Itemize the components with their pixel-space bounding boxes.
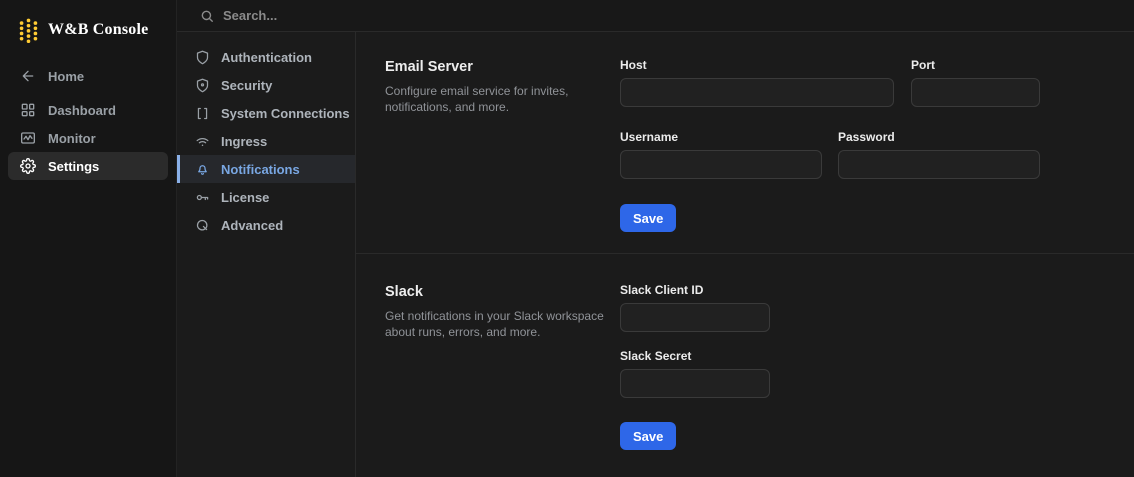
settings-nav: Authentication Security System Connectio…	[177, 32, 356, 477]
main-content: Email Server Configure email service for…	[356, 32, 1134, 477]
port-label: Port	[911, 58, 935, 72]
sidebar-item-label: Monitor	[48, 130, 96, 146]
grid-icon	[20, 102, 36, 118]
shield-check-icon	[195, 78, 210, 93]
slack-client-id-input[interactable]	[620, 303, 770, 332]
slack-secret-input[interactable]	[620, 369, 770, 398]
settings-nav-item-authentication[interactable]: Authentication	[177, 43, 355, 71]
settings-nav-label: Ingress	[221, 133, 268, 149]
sidebar-item-monitor[interactable]: Monitor	[8, 124, 168, 152]
section-title: Email Server	[385, 59, 473, 75]
arrow-left-icon	[20, 68, 36, 84]
username-input[interactable]	[620, 150, 822, 179]
key-icon	[195, 190, 210, 205]
app-window: W&B Console Home Dashboard Monitor Setti…	[0, 0, 1134, 477]
sidebar-nav: Home Dashboard Monitor Settings	[0, 56, 176, 180]
sidebar: W&B Console Home Dashboard Monitor Setti…	[0, 0, 177, 477]
wandb-logo-icon	[19, 18, 38, 43]
slack-secret-label: Slack Secret	[620, 349, 692, 363]
password-label: Password	[838, 130, 895, 144]
email-server-section: Email Server Configure email service for…	[356, 32, 1134, 254]
settings-nav-label: Security	[221, 77, 273, 93]
settings-nav-label: Authentication	[221, 49, 312, 65]
slack-section: Slack Get notifications in your Slack wo…	[356, 254, 1134, 450]
gear-icon	[20, 158, 36, 174]
settings-nav-label: Notifications	[221, 161, 300, 177]
settings-nav-item-security[interactable]: Security	[177, 71, 355, 99]
monitor-chart-icon	[20, 130, 36, 146]
settings-nav-label: System Connections	[221, 105, 350, 121]
sidebar-item-label: Dashboard	[48, 102, 116, 118]
slack-save-button[interactable]: Save	[620, 422, 677, 450]
password-input[interactable]	[838, 150, 1040, 179]
settings-nav-item-advanced[interactable]: Advanced	[177, 211, 355, 239]
sidebar-item-label: Home	[48, 68, 85, 84]
username-label: Username	[620, 130, 679, 144]
shield-icon	[195, 50, 210, 65]
app-title: W&B Console	[48, 20, 149, 38]
section-title: Slack	[385, 284, 423, 300]
sidebar-item-home[interactable]: Home	[8, 62, 168, 90]
host-input[interactable]	[620, 78, 894, 107]
brackets-icon	[195, 106, 210, 121]
app-logo: W&B Console	[0, 0, 176, 56]
host-label: Host	[620, 58, 647, 72]
email-save-button[interactable]: Save	[620, 204, 677, 232]
settings-nav-label: Advanced	[221, 217, 284, 233]
settings-nav-label: License	[221, 189, 270, 205]
sidebar-item-settings[interactable]: Settings	[8, 152, 168, 180]
topbar	[177, 0, 1134, 32]
settings-nav-item-system-connections[interactable]: System Connections	[177, 99, 355, 127]
advanced-icon	[195, 218, 210, 233]
bell-icon	[195, 162, 210, 177]
section-description: Get notifications in your Slack workspac…	[385, 309, 604, 339]
settings-nav-item-license[interactable]: License	[177, 183, 355, 211]
search-input[interactable]	[223, 8, 523, 23]
settings-nav-item-ingress[interactable]: Ingress	[177, 127, 355, 155]
settings-nav-item-notifications[interactable]: Notifications	[177, 155, 355, 183]
sidebar-item-dashboard[interactable]: Dashboard	[8, 96, 168, 124]
sidebar-item-label: Settings	[48, 158, 100, 174]
wifi-icon	[195, 134, 210, 149]
section-description: Configure email service for invites, not…	[385, 84, 569, 114]
search-icon	[200, 9, 214, 23]
port-input[interactable]	[911, 78, 1040, 107]
slack-client-id-label: Slack Client ID	[620, 283, 704, 297]
